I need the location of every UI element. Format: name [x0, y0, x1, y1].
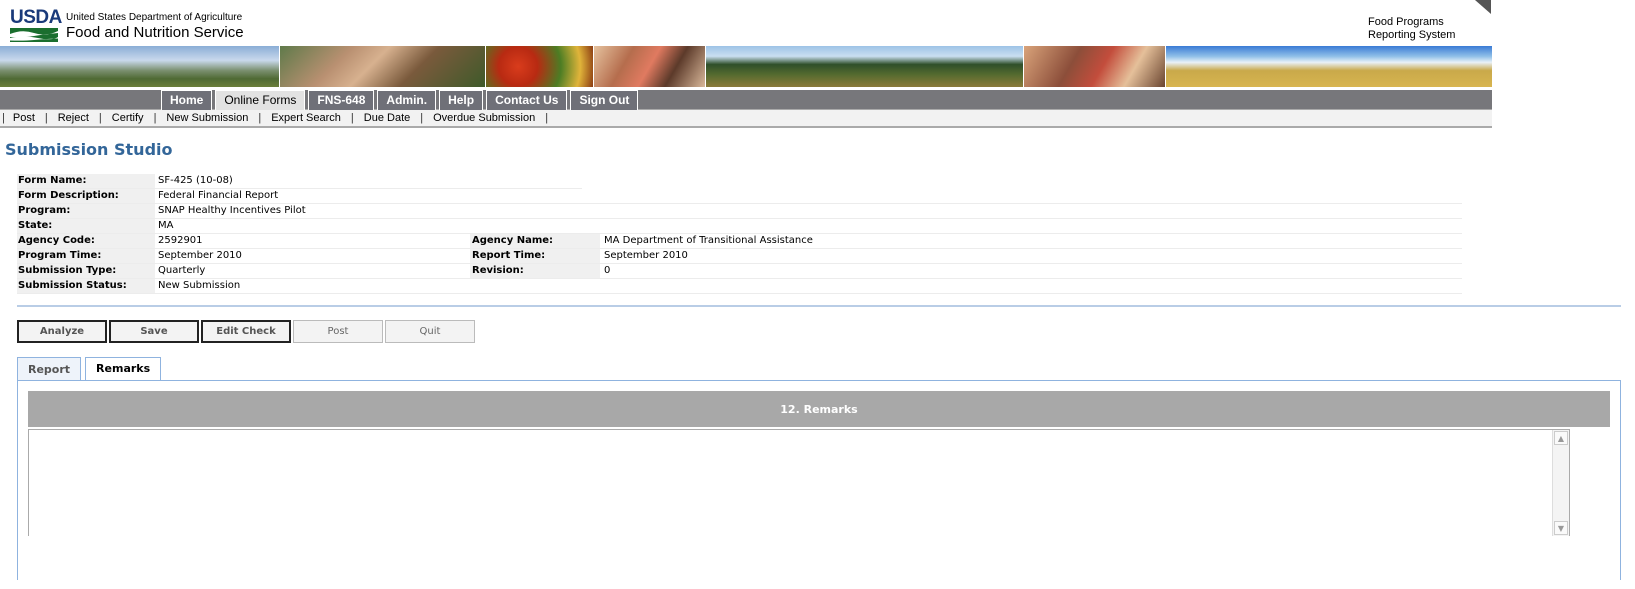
info-row-form-description: Form Description: Federal Financial Repo… — [17, 189, 1462, 204]
submission-info-table: Form Name: SF-425 (10-08) Form Descripti… — [17, 174, 1462, 294]
info-row-program: Program: SNAP Healthy Incentives Pilot — [17, 204, 1462, 219]
banner-photo-mother-child — [594, 46, 706, 87]
nav-contact-us[interactable]: Contact Us — [486, 90, 568, 110]
revision-label: Revision: — [470, 264, 600, 278]
program-time-value: September 2010 — [158, 250, 242, 261]
program-value: SNAP Healthy Incentives Pilot — [158, 205, 306, 216]
system-name-line1: Food Programs — [1368, 16, 1444, 28]
agency-name-value: MA Department of Transitional Assistance — [604, 235, 813, 246]
submission-status-label: Submission Status: — [17, 279, 155, 293]
submission-status-value: New Submission — [158, 280, 241, 291]
info-row-state: State: MA — [17, 219, 1462, 234]
revision-value: 0 — [604, 265, 611, 276]
nav-online-forms[interactable]: Online Forms — [215, 90, 306, 110]
nav-admin[interactable]: Admin. — [377, 90, 437, 110]
nav-sign-out[interactable]: Sign Out — [570, 90, 639, 110]
form-name-label: Form Name: — [17, 174, 155, 188]
sub-nav: | Post | Reject | Certify | New Submissi… — [0, 110, 1492, 128]
tab-report[interactable]: Report — [17, 357, 82, 381]
subnav-reject-link[interactable]: Reject — [58, 112, 89, 124]
usda-hills-icon — [10, 28, 58, 42]
tab-remarks[interactable]: Remarks — [85, 357, 162, 382]
system-name: Food Programs Reporting System — [1368, 16, 1455, 42]
agency-code-value: 2592901 — [158, 235, 203, 246]
submission-type-label: Submission Type: — [17, 264, 155, 278]
agency-name-label: Agency Name: — [470, 234, 600, 248]
agency-code-label: Agency Code: — [17, 234, 155, 248]
agency-name-block: United States Department of Agriculture … — [66, 12, 244, 42]
banner-photo-mountain — [706, 46, 1024, 87]
subnav-new-submission-link[interactable]: New Submission — [166, 112, 248, 124]
section-divider — [17, 305, 1621, 307]
report-time-value: September 2010 — [604, 250, 688, 261]
nav-fns-648[interactable]: FNS-648 — [308, 90, 375, 110]
usda-logo-text: USDA — [10, 7, 62, 28]
sub-nav-separator: | — [98, 112, 102, 124]
department-name: United States Department of Agriculture — [66, 12, 243, 23]
remarks-scrollbar[interactable]: ▲ ▼ — [1552, 430, 1569, 536]
post-button[interactable]: Post — [293, 320, 383, 343]
scroll-up-arrow-icon[interactable]: ▲ — [1554, 431, 1568, 445]
state-label: State: — [17, 219, 155, 233]
nav-home[interactable]: Home — [161, 90, 213, 110]
banner-photo-vegetables — [486, 46, 594, 87]
info-row-agency: Agency Code: 2592901 Agency Name: MA Dep… — [17, 234, 1462, 249]
subnav-overdue-submission-link[interactable]: Overdue Submission — [433, 112, 535, 124]
form-tabs: Report Remarks — [17, 357, 165, 382]
sub-nav-separator: | — [2, 112, 5, 124]
sub-nav-separator: | — [258, 112, 262, 124]
report-time-label: Report Time: — [470, 249, 600, 263]
system-name-line2: Reporting System — [1368, 29, 1456, 41]
agency-name: Food and Nutrition Service — [66, 24, 244, 41]
program-label: Program: — [17, 204, 155, 218]
action-button-row: Analyze Save Edit Check Post Quit — [17, 320, 477, 343]
sub-nav-separator: | — [420, 112, 424, 124]
subnav-post-link[interactable]: Post — [13, 112, 35, 124]
info-row-status: Submission Status: New Submission — [17, 279, 1462, 294]
banner-photo-market — [1024, 46, 1166, 87]
page-title: Submission Studio — [5, 140, 173, 159]
save-button[interactable]: Save — [109, 320, 199, 343]
main-nav: Home Online Forms FNS-648 Admin. Help Co… — [0, 90, 1492, 111]
sub-nav-separator: | — [545, 112, 549, 124]
remarks-textarea[interactable]: ▲ ▼ — [28, 429, 1570, 536]
corner-fold-icon — [1475, 0, 1491, 14]
subnav-due-date-link[interactable]: Due Date — [364, 112, 410, 124]
sub-nav-separator: | — [153, 112, 157, 124]
form-description-value: Federal Financial Report — [158, 190, 279, 201]
analyze-button[interactable]: Analyze — [17, 320, 107, 343]
subnav-expert-search-link[interactable]: Expert Search — [271, 112, 341, 124]
banner-photo-family — [280, 46, 486, 87]
site-header: USDA United States Department of Agricul… — [0, 0, 1491, 46]
subnav-certify-link[interactable]: Certify — [112, 112, 144, 124]
usda-logo[interactable]: USDA — [10, 7, 62, 42]
edit-check-button[interactable]: Edit Check — [201, 320, 291, 343]
banner-photo-wheat-field — [1166, 46, 1492, 87]
submission-type-value: Quarterly — [158, 265, 206, 276]
form-name-value: SF-425 (10-08) — [158, 175, 233, 186]
nav-help[interactable]: Help — [439, 90, 484, 110]
scroll-down-arrow-icon[interactable]: ▼ — [1554, 521, 1568, 535]
info-row-form-name: Form Name: SF-425 (10-08) — [17, 174, 582, 189]
sub-nav-separator: | — [44, 112, 48, 124]
info-row-time: Program Time: September 2010 Report Time… — [17, 249, 1462, 264]
state-value: MA — [158, 220, 174, 231]
remarks-tab-panel: 12. Remarks ▲ ▼ — [17, 380, 1621, 580]
banner-photo-farmland — [0, 46, 280, 87]
photo-banner — [0, 46, 1492, 87]
sub-nav-separator: | — [350, 112, 354, 124]
quit-button[interactable]: Quit — [385, 320, 475, 343]
program-time-label: Program Time: — [17, 249, 155, 263]
info-row-type: Submission Type: Quarterly Revision: 0 — [17, 264, 1462, 279]
remarks-section-header: 12. Remarks — [28, 391, 1610, 427]
main-nav-list: Home Online Forms FNS-648 Admin. Help Co… — [161, 90, 641, 110]
form-description-label: Form Description: — [17, 189, 155, 203]
